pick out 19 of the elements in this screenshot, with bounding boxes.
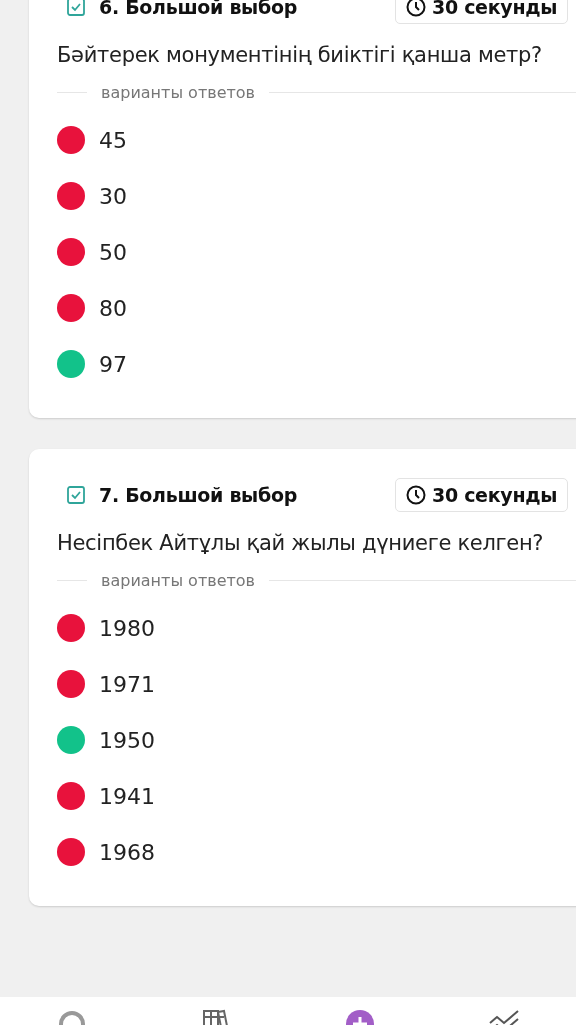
answer-text: 30 xyxy=(99,183,127,209)
answer-text: 1980 xyxy=(99,615,155,641)
answer-text: 1968 xyxy=(99,839,155,865)
section-label: варианты ответов xyxy=(101,571,255,590)
answer-text: 1941 xyxy=(99,783,155,809)
clock-icon xyxy=(406,0,426,17)
answer-text: 97 xyxy=(99,351,127,377)
answer-text: 1971 xyxy=(99,671,155,697)
timer-button[interactable]: 30 секунды xyxy=(395,478,569,512)
question-text: Несіпбек Айтұлы қай жылы дүниеге келген? xyxy=(57,531,545,555)
answer-text: 45 xyxy=(99,127,127,153)
section-label: варианты ответов xyxy=(101,83,255,102)
question-text: Бәйтерек монументінің биіктігі қанша метр? xyxy=(57,43,543,67)
answer-text: 80 xyxy=(99,295,127,321)
answer-text: 1950 xyxy=(99,727,155,753)
clock-icon xyxy=(406,485,426,505)
timer-button[interactable]: 30 секунды xyxy=(395,0,569,24)
question-type: 7. Большой выбор xyxy=(99,484,298,506)
answer-text: 50 xyxy=(99,239,127,265)
